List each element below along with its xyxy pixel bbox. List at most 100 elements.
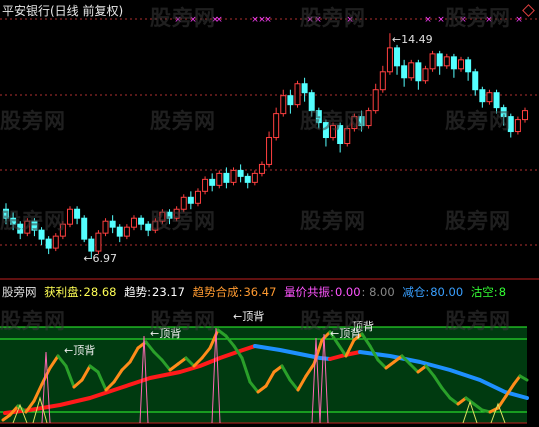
- divergence-label: 顶背: [352, 319, 374, 333]
- candle-body: [486, 92, 493, 103]
- trend-label: 趋势:: [124, 285, 151, 299]
- candle-body: [280, 95, 287, 115]
- candle-body: [415, 62, 422, 82]
- candle-body: [66, 208, 73, 225]
- candle-body: [88, 238, 95, 252]
- candle-body: [287, 95, 294, 106]
- candle-body: [180, 196, 187, 210]
- candle-body: [74, 208, 81, 219]
- candle-body: [116, 226, 123, 237]
- trend-value: 23.17: [152, 285, 185, 299]
- signal-marker: ×: [174, 15, 182, 25]
- candle-body: [514, 119, 521, 133]
- candle-body: [95, 232, 102, 252]
- signal-marker: ×: [459, 15, 467, 25]
- candle-body: [130, 217, 137, 228]
- candle-body: [429, 53, 436, 70]
- resonance-value: 0.00: [334, 285, 361, 299]
- candle-body: [337, 125, 344, 145]
- stock-chart: × × ×× × ×× × × × × × × × ×←14.49←6.97←顶背←顶背←顶背←顶背顶背: [0, 15, 539, 424]
- candle-body: [394, 47, 401, 67]
- empty-value: 8: [498, 285, 507, 299]
- signal-marker: ×: [424, 15, 432, 25]
- resonance-label: 量价共振:: [284, 285, 334, 299]
- candle-body: [436, 53, 443, 67]
- candle-body: [123, 226, 130, 237]
- candle-body: [351, 116, 358, 130]
- high-price-label: ←14.49: [392, 33, 433, 46]
- candle-body: [31, 220, 38, 231]
- reduce-value: 80.00: [430, 285, 464, 299]
- candle-body: [372, 89, 379, 112]
- chart-stage: × × × × × × × × × × × × × × × ←14.49 ←6.97 ←顶背 ←顶背 ←顶背 ←顶背 顶背…: [0, 0, 539, 427]
- candle-body: [379, 71, 386, 91]
- candle-body: [138, 217, 145, 225]
- indicator-panel-bg: [0, 327, 527, 423]
- candle-body: [294, 83, 301, 106]
- empty-label: 沽空:: [470, 285, 498, 299]
- divergence-label: ←顶背: [233, 309, 264, 323]
- candle-body: [52, 235, 59, 249]
- candle-body: [450, 56, 457, 70]
- indicator-bar: 股旁网 获利盘:28.68 趋势:23.17 趋势合成:36.47 量价共振:0…: [2, 284, 510, 300]
- signal-marker: ×: [515, 15, 523, 25]
- candle-body: [166, 211, 173, 219]
- candle-body: [10, 217, 17, 225]
- low-price-label: ←6.97: [83, 252, 117, 265]
- candle-body: [209, 178, 216, 186]
- candle-body: [358, 116, 365, 127]
- candle-body: [109, 220, 116, 228]
- candle-body: [187, 196, 194, 204]
- candle-body: [507, 116, 514, 133]
- candle-body: [330, 125, 337, 139]
- candle-body: [237, 169, 244, 177]
- candle-body: [386, 47, 393, 73]
- candle-body: [45, 238, 52, 249]
- candle-body: [479, 89, 486, 103]
- candle-body: [244, 175, 251, 183]
- signal-marker: ×: [306, 15, 314, 25]
- signal-marker: ×: [485, 15, 493, 25]
- signal-marker: ×: [189, 15, 197, 25]
- candle-body: [315, 110, 322, 124]
- candle-body: [422, 68, 429, 82]
- signal-marker: ×: [346, 15, 354, 25]
- signal-marker: ×: [215, 15, 223, 25]
- candle-body: [145, 223, 152, 231]
- candle-body: [202, 178, 209, 192]
- candle-body: [159, 211, 166, 222]
- candle-body: [3, 208, 9, 219]
- candle-body: [301, 83, 308, 94]
- candle-body: [365, 110, 372, 127]
- signal-marker: ×: [314, 15, 322, 25]
- candle-body: [81, 217, 88, 240]
- candle-body: [24, 220, 31, 234]
- reduce-label: 减仓:: [402, 285, 430, 299]
- candle-body: [38, 229, 45, 240]
- resonance-value-2: : 8.00: [361, 285, 395, 299]
- candle-body: [322, 122, 329, 139]
- candle-body: [216, 172, 223, 186]
- candle-body: [493, 92, 500, 109]
- candle-body: [443, 56, 450, 67]
- candle-body: [251, 172, 258, 183]
- candle-body: [273, 113, 280, 139]
- candle-body: [308, 92, 315, 112]
- candle-body: [17, 223, 24, 234]
- candle-body: [472, 71, 479, 91]
- candle-body: [194, 190, 201, 204]
- trend-combined-value: 36.47: [243, 285, 277, 299]
- candle-body: [522, 110, 528, 121]
- candle-body: [173, 208, 180, 219]
- candle-body: [500, 107, 507, 118]
- candle-body: [59, 223, 66, 237]
- candle-body: [408, 62, 415, 79]
- candle-body: [258, 163, 265, 174]
- candle-body: [102, 220, 109, 234]
- candle-body: [465, 59, 472, 73]
- divergence-label: ←顶背: [150, 326, 181, 340]
- chart-title: 平安银行(日线 前复权): [2, 4, 124, 18]
- profit-label: 获利盘:: [44, 285, 83, 299]
- candle-body: [401, 65, 408, 79]
- candle-body: [223, 172, 230, 183]
